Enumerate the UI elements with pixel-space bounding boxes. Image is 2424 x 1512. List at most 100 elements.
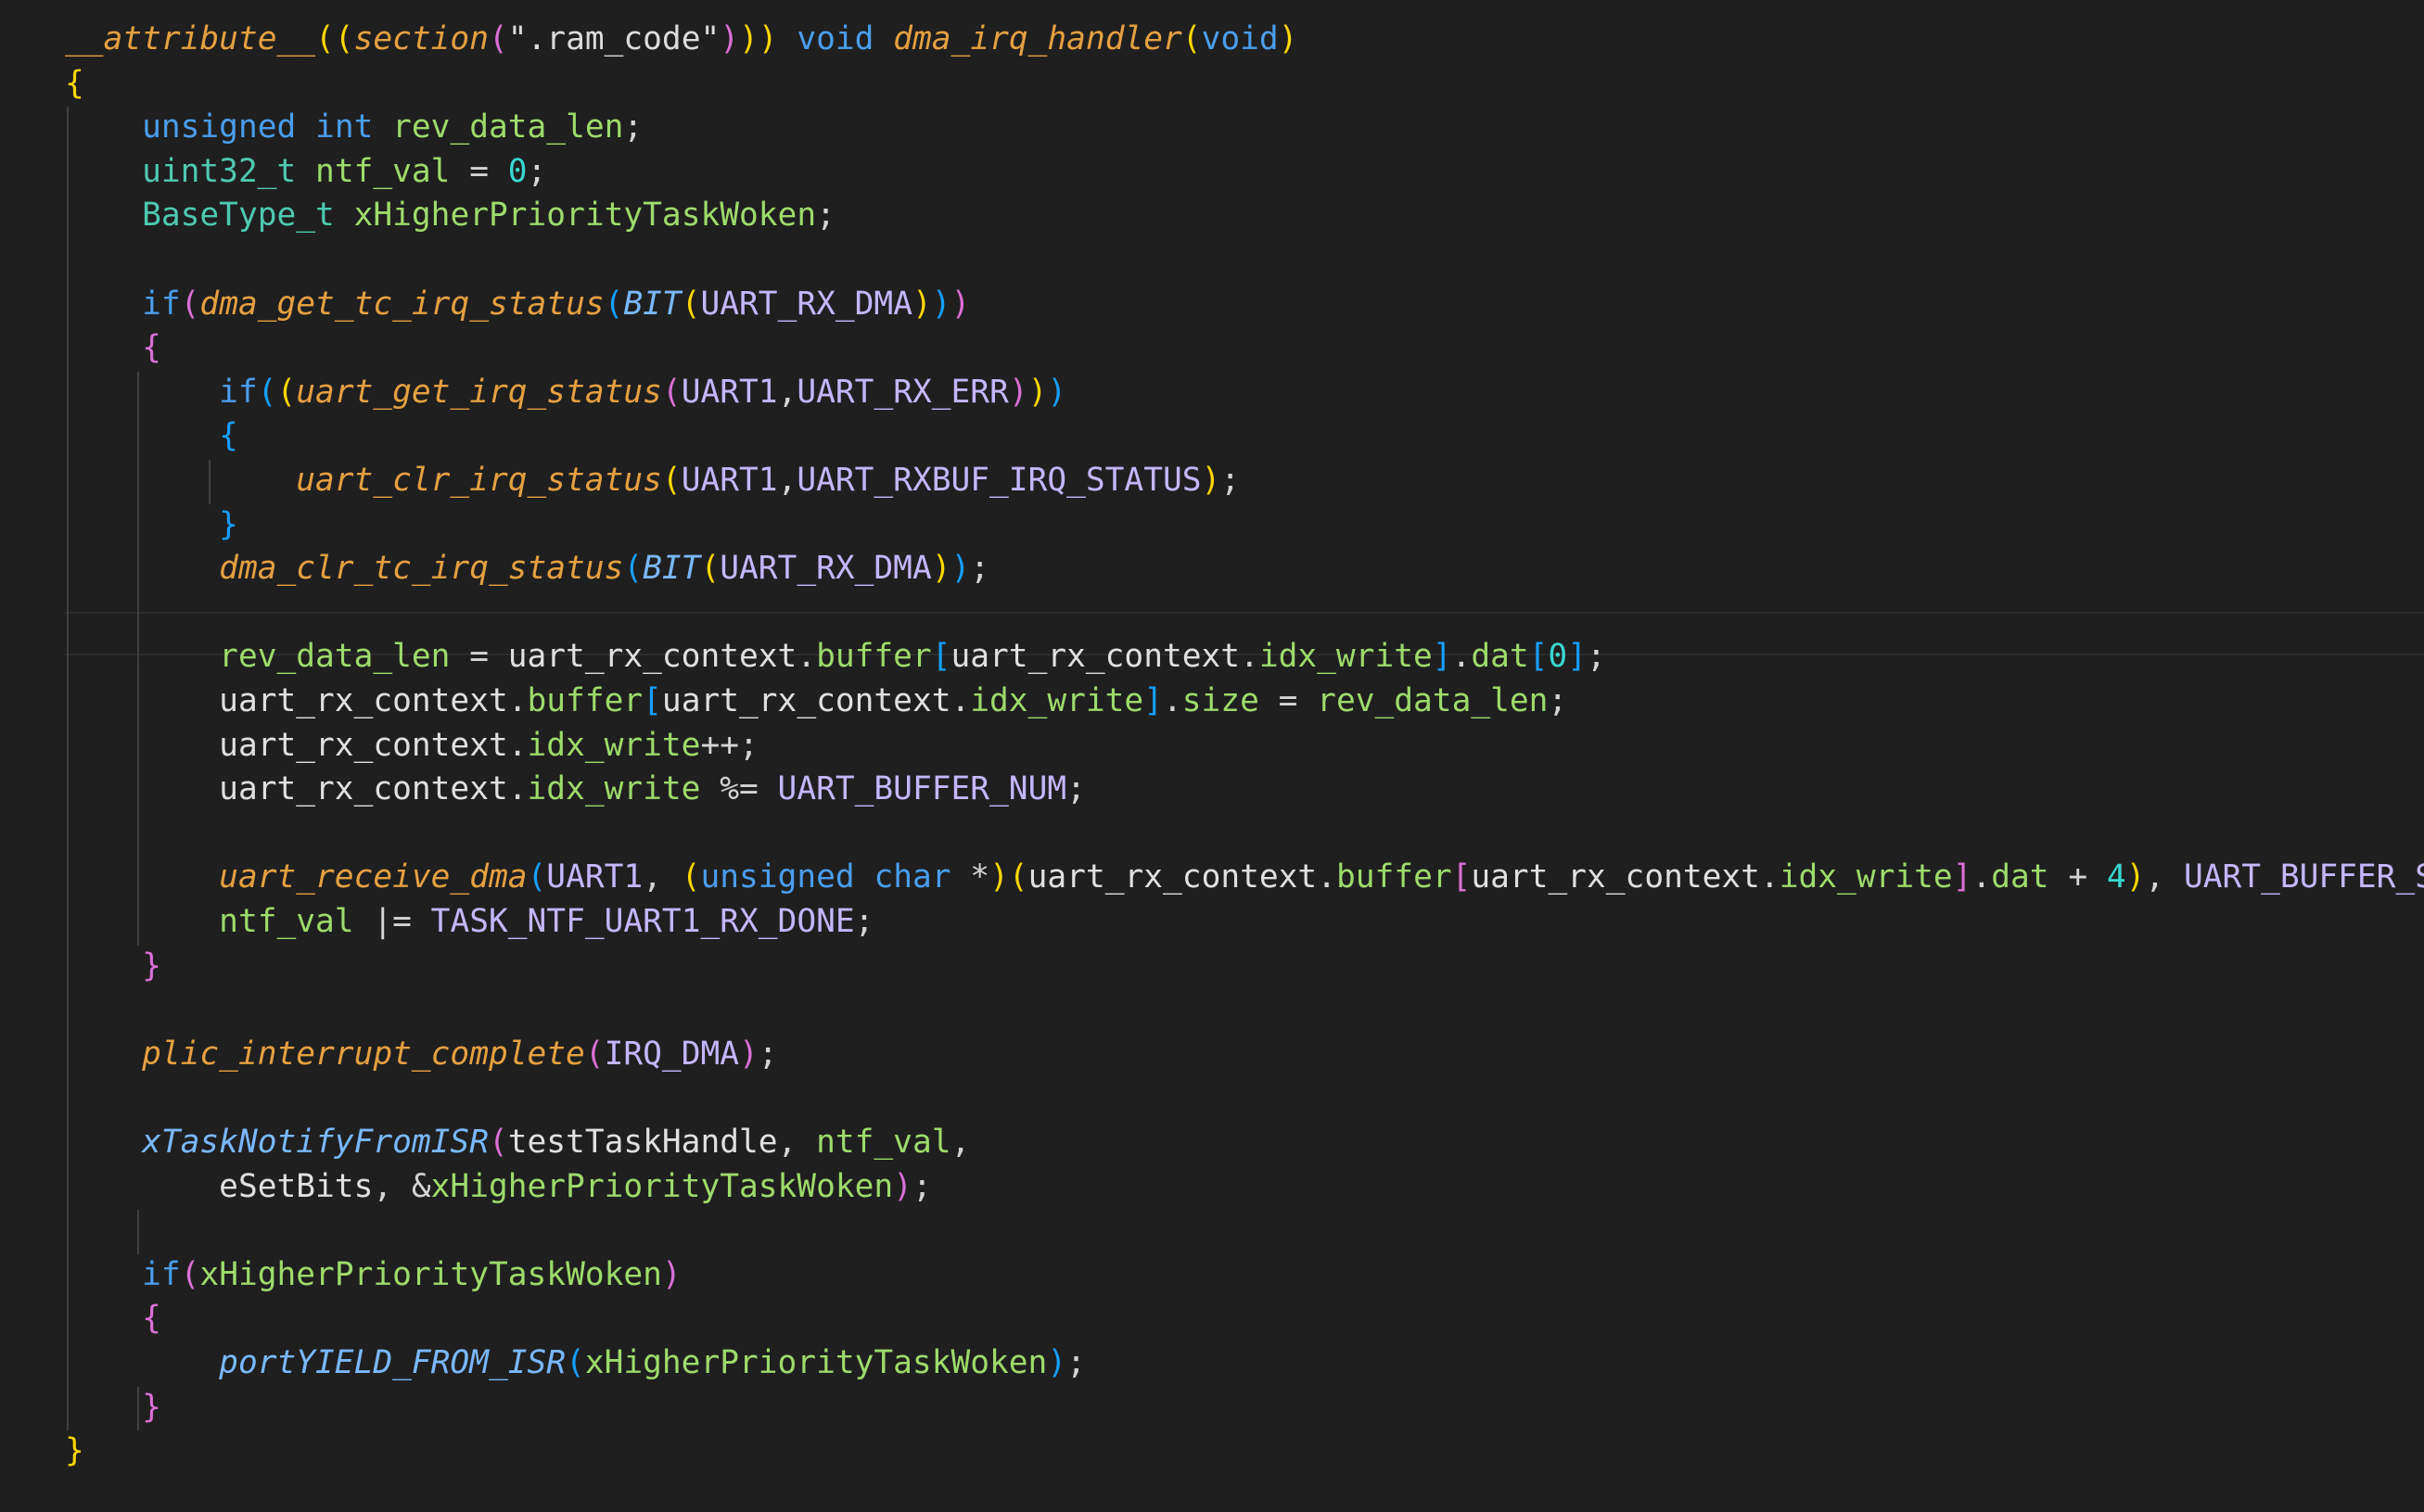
code-line[interactable]: { [65, 413, 238, 458]
code-token: . [1759, 858, 1780, 896]
line-number-fragment [0, 1086, 6, 1110]
code-token: ) [1201, 462, 1221, 499]
code-token: ] [1143, 682, 1163, 719]
code-line[interactable]: } [65, 1385, 161, 1429]
code-token: dat [1471, 638, 1529, 676]
code-token: 0 [507, 152, 528, 190]
code-line[interactable]: if(xHigherPriorityTaskWoken) [65, 1252, 682, 1297]
code-token: portYIELD_FROM_ISR [219, 1344, 567, 1381]
code-token: UART_RXBUF_IRQ_STATUS [797, 462, 1202, 499]
code-line[interactable]: plic_interrupt_complete(IRQ_DMA); [65, 1032, 778, 1076]
code-token: idx_write [1779, 858, 1953, 896]
code-token: ( [604, 285, 624, 323]
line-number-fragment [0, 821, 6, 845]
code-token: uart_rx_context [661, 682, 951, 719]
line-number-fragment [0, 601, 6, 625]
code-line[interactable]: ntf_val |= TASK_NTF_UART1_RX_DONE; [65, 899, 874, 944]
code-token: idx_write [1258, 638, 1433, 676]
line-number-fragment [0, 1130, 6, 1154]
code-token: if [142, 285, 181, 323]
line-number-fragment [0, 1218, 6, 1242]
code-token: %= [700, 770, 778, 808]
code-token: uart_rx_context [1027, 858, 1318, 896]
code-line[interactable]: uint32_t ntf_val = 0; [65, 149, 546, 194]
code-token: UART1 [681, 462, 778, 499]
line-number-fragment [0, 248, 6, 272]
code-token: ( [566, 1344, 585, 1381]
code-token: unsigned [700, 858, 855, 896]
code-line[interactable]: if((uart_get_irq_status(UART1,UART_RX_ER… [65, 370, 1066, 414]
line-number-fragment [0, 115, 6, 139]
code-token: ) [1047, 373, 1067, 411]
line-number-fragment [0, 556, 6, 580]
code-token: UART_BUFFER_NUM [777, 770, 1067, 808]
code-token: __attribute__ [65, 20, 316, 57]
code-line[interactable]: } [65, 1429, 84, 1473]
code-token: section [353, 20, 489, 57]
code-token: if [219, 373, 258, 411]
code-token: ( [257, 373, 277, 411]
line-number-fragment [0, 689, 6, 713]
code-line[interactable]: { [65, 1296, 161, 1340]
code-token: + [2048, 858, 2107, 896]
code-token: , [643, 858, 682, 896]
code-line[interactable]: unsigned int rev_data_len; [65, 105, 643, 149]
code-line[interactable]: BaseType_t xHigherPriorityTaskWoken; [65, 193, 836, 237]
code-line[interactable]: rev_data_len = uart_rx_context.buffer[ua… [65, 634, 1606, 679]
code-line[interactable]: } [65, 944, 161, 988]
code-token: ; [527, 152, 547, 190]
code-token: ) [739, 1035, 759, 1073]
code-token: ; [1548, 682, 1568, 719]
code-token: ) [931, 550, 951, 588]
code-token: uart_rx_context [219, 682, 508, 719]
code-token: BaseType_t [142, 197, 335, 235]
code-token: ( [661, 373, 682, 411]
line-number-fragment [0, 1175, 6, 1199]
code-token: ( [488, 20, 508, 57]
code-token: ; [854, 903, 874, 940]
code-token: uart_rx_context [507, 638, 797, 676]
code-token: ++ [700, 726, 739, 764]
line-number-fragment [0, 1395, 6, 1419]
code-token: ( [681, 858, 701, 896]
code-token: ) [720, 20, 740, 57]
code-line[interactable]: { [65, 325, 161, 370]
code-line[interactable]: dma_clr_tc_irq_status(BIT(UART_RX_DMA)); [65, 546, 989, 591]
code-line[interactable]: uart_rx_context.idx_write++; [65, 723, 759, 768]
code-line[interactable]: } [65, 502, 238, 547]
code-token: ( [488, 1124, 508, 1161]
code-token: rev_data_len [219, 638, 451, 676]
code-line[interactable]: { [65, 61, 84, 106]
code-line[interactable]: uart_receive_dma(UART1, (unsigned char *… [65, 855, 2424, 899]
code-token: plic_interrupt_complete [142, 1035, 585, 1073]
code-line[interactable]: __attribute__((section(".ram_code"))) vo… [65, 17, 1297, 61]
code-token: BIT [623, 285, 682, 323]
line-number-fragment [0, 513, 6, 537]
code-token: * [950, 858, 990, 896]
code-token: [ [1528, 638, 1549, 676]
code-token: , & [373, 1167, 431, 1205]
code-line[interactable]: if(dma_get_tc_irq_status(BIT(UART_RX_DMA… [65, 282, 970, 326]
code-line[interactable]: uart_clr_irq_status(UART1,UART_RXBUF_IRQ… [65, 458, 1240, 502]
code-line[interactable]: eSetBits, &xHigherPriorityTaskWoken); [65, 1164, 932, 1209]
code-line[interactable]: uart_rx_context.idx_write %= UART_BUFFER… [65, 767, 1086, 811]
code-token: . [507, 682, 528, 719]
code-token: uart_rx_context [219, 770, 508, 808]
code-line[interactable]: xTaskNotifyFromISR(testTaskHandle, ntf_v… [65, 1120, 970, 1164]
code-token: dma_get_tc_irq_status [199, 285, 605, 323]
code-token: ; [1066, 1344, 1086, 1381]
code-line[interactable]: uart_rx_context.buffer[uart_rx_context.i… [65, 679, 1567, 723]
code-token: [ [1451, 858, 1472, 896]
code-line[interactable]: portYIELD_FROM_ISR(xHigherPriorityTaskWo… [65, 1340, 1086, 1385]
code-token: ; [758, 1035, 778, 1073]
line-number-fragment [0, 777, 6, 801]
code-editor[interactable]: __attribute__((section(".ram_code"))) vo… [0, 0, 2424, 1512]
code-token: dma_irq_handler [893, 20, 1182, 57]
